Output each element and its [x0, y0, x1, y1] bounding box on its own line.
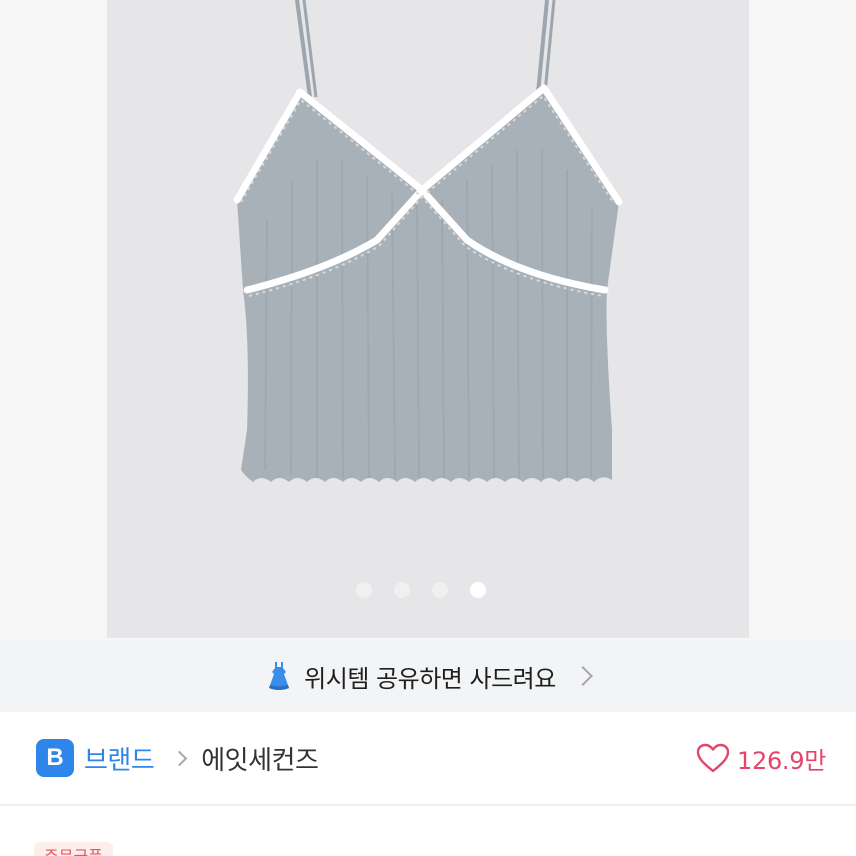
coupon-tag: 주문금품: [34, 842, 113, 856]
wish-share-content: 위시템 공유하면 사드려요: [266, 659, 593, 694]
dress-icon: [266, 660, 292, 692]
brand-name-link[interactable]: 에잇세컨즈: [201, 740, 319, 777]
pagination-dot[interactable]: [432, 582, 448, 598]
wish-share-text: 위시템 공유하면 사드려요: [304, 664, 556, 693]
brand-badge-icon: B: [36, 739, 74, 777]
wish-share-banner[interactable]: 위시템 공유하면 사드려요: [0, 640, 856, 712]
product-page: 위시템 공유하면 사드려요 B 브랜드 에잇세컨즈 126.9만 주문금품: [0, 0, 856, 856]
pagination-dot[interactable]: [356, 582, 372, 598]
pagination-dot[interactable]: [394, 582, 410, 598]
brand-bar: B 브랜드 에잇세컨즈 126.9만: [0, 712, 856, 804]
pagination-dot-active[interactable]: [470, 582, 486, 598]
like-button[interactable]: 126.9만: [695, 712, 826, 804]
brand-category-link[interactable]: 브랜드: [84, 740, 155, 777]
product-image: [233, 0, 623, 482]
like-count: 126.9만: [737, 746, 826, 775]
heart-outline-icon: [696, 743, 730, 773]
chevron-right-icon: [572, 666, 593, 686]
chevron-right-icon: [171, 750, 188, 766]
carousel-pagination[interactable]: [107, 582, 742, 598]
product-info-section: 주문금품: [0, 806, 856, 856]
product-image-carousel[interactable]: [107, 0, 749, 638]
